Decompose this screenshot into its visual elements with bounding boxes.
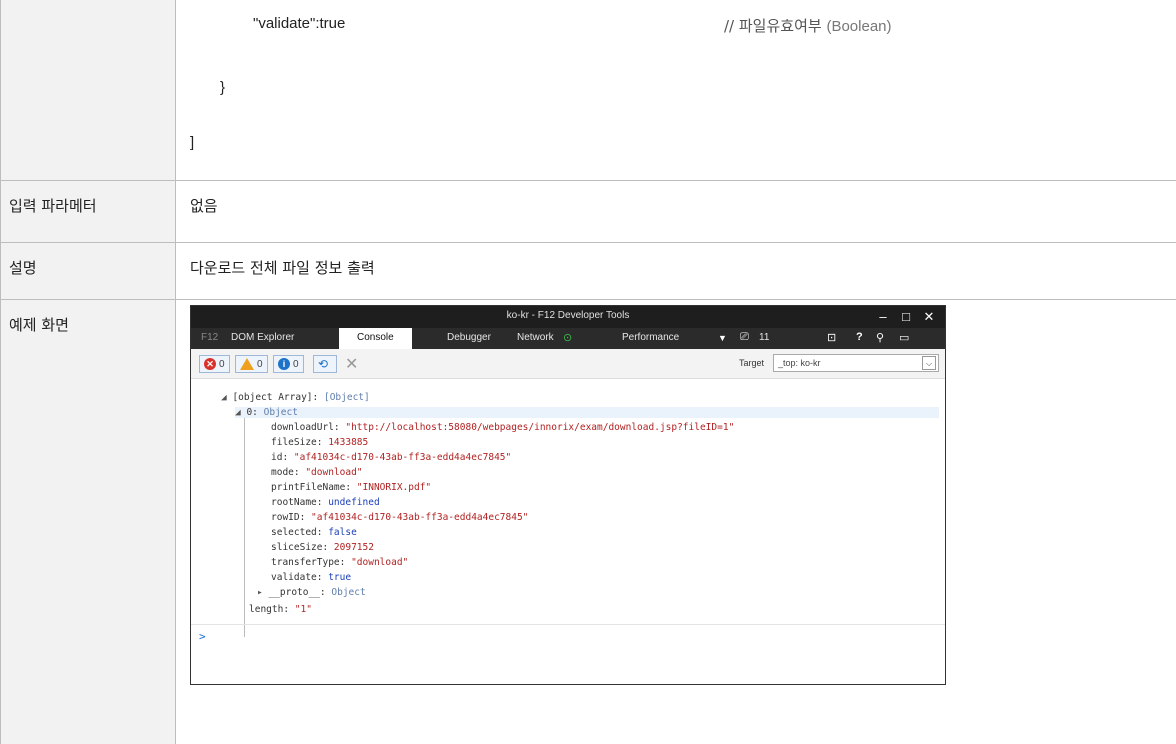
console-prompt-divider [191, 624, 945, 625]
maximize-icon[interactable]: □ [898, 309, 914, 325]
target-select[interactable]: _top: ko-kr ⌵ [773, 354, 939, 372]
info-count: 0 [293, 358, 299, 370]
console-length-line: length: "1" [249, 604, 312, 615]
emulation-count: 11 [759, 332, 770, 343]
input-param-row: 입력 파라메터 없음 [0, 181, 1176, 243]
warnings-filter[interactable]: 0 [235, 355, 268, 373]
description-row: 설명 다운로드 전체 파일 정보 출력 [0, 243, 1176, 300]
console-output: ◢ [object Array]: [Object] ◢ 0: Object d… [191, 380, 945, 684]
target-value: _top: ko-kr [778, 358, 821, 368]
console-rootname-line: rootName: undefined [271, 497, 380, 508]
comment-text: // 파일유효여부 [724, 17, 822, 35]
console-printfilename-line: printFileName: "INNORIX.pdf" [271, 482, 432, 493]
console-mode-line: mode: "download" [271, 467, 363, 478]
devtools-title: ko-kr - F12 Developer Tools [506, 310, 630, 321]
tab-debugger[interactable]: Debugger [447, 332, 491, 343]
tab-console[interactable]: Console [339, 328, 412, 349]
tab-network[interactable]: Network [517, 332, 554, 343]
emulation-icon[interactable]: ⎚ [740, 331, 749, 344]
code-brace-close: } [220, 79, 226, 96]
dock-icon[interactable]: ▭ [899, 331, 909, 344]
console-selected-line: selected: false [271, 527, 357, 538]
collapsed-triangle-icon[interactable]: ▸ [257, 587, 268, 598]
code-row-label-cell [0, 0, 176, 180]
devtools-titlebar: ko-kr - F12 Developer Tools – □ ✕ [191, 306, 945, 328]
clear-on-navigate-toggle[interactable]: ⟲ [313, 355, 337, 373]
comment-type: (Boolean) [826, 18, 892, 35]
code-row: "validate":true // 파일유효여부 (Boolean) } ] [0, 0, 1176, 181]
example-label: 예제 화면 [9, 316, 69, 334]
console-transfertype-line: transferType: "download" [271, 557, 409, 568]
console-filesize-line: fileSize: 1433885 [271, 437, 369, 448]
network-play-icon[interactable]: ⊙ [563, 331, 572, 344]
console-toolbar: ✕ 0 0 i 0 ⟲ ✕ Target _top: ko-kr ⌵ [191, 349, 945, 379]
input-param-label: 입력 파라메터 [9, 197, 97, 215]
tab-dom-explorer[interactable]: DOM Explorer [231, 332, 294, 343]
clear-on-navigate-icon: ⟲ [318, 357, 329, 371]
console-id-line: id: "af41034c-d170-43ab-ff3a-edd4a4ec784… [271, 452, 512, 463]
tab-f12[interactable]: F12 [201, 332, 218, 343]
warnings-count: 0 [257, 358, 263, 370]
console-prompt-icon[interactable]: > [199, 630, 206, 643]
console-slicesize-line: sliceSize: 2097152 [271, 542, 374, 553]
tree-guide-line [244, 411, 245, 637]
input-param-label-cell: 입력 파라메터 [0, 181, 176, 242]
target-label: Target [739, 358, 765, 368]
warning-icon [240, 358, 254, 370]
info-filter[interactable]: i 0 [273, 355, 304, 373]
console-proto-line[interactable]: ▸ __proto__: Object [257, 587, 366, 598]
console-validate-line: validate: true [271, 572, 352, 583]
minimize-icon[interactable]: – [875, 309, 891, 325]
console-root-line[interactable]: ◢ [object Array]: [Object] [221, 392, 370, 403]
devtools-tab-bar: F12 DOM Explorer Console Debugger Networ… [191, 328, 945, 349]
description-value: 다운로드 전체 파일 정보 출력 [190, 259, 375, 277]
description-label: 설명 [9, 259, 37, 277]
more-tabs-icon[interactable]: ▼ [718, 333, 727, 343]
clear-console-icon[interactable]: ✕ [345, 354, 358, 374]
info-icon: i [278, 358, 290, 370]
chevron-down-icon[interactable]: ⌵ [922, 356, 936, 370]
close-icon[interactable]: ✕ [921, 309, 937, 325]
help-icon[interactable]: ? [856, 331, 863, 343]
console-toggle-icon[interactable]: ⊡ [827, 331, 836, 344]
description-value-cell: 다운로드 전체 파일 정보 출력 [176, 243, 1176, 299]
errors-count: 0 [219, 358, 225, 370]
error-icon: ✕ [204, 358, 216, 370]
tab-performance[interactable]: Performance [622, 332, 679, 343]
input-param-value-cell: 없음 [176, 181, 1176, 242]
console-item0-line[interactable]: ◢ 0: Object [235, 407, 939, 418]
example-label-cell: 예제 화면 [0, 300, 176, 744]
code-validate-comment: // 파일유효여부 (Boolean) [724, 15, 892, 36]
description-label-cell: 설명 [0, 243, 176, 299]
console-rowid-line: rowID: "af41034c-d170-43ab-ff3a-edd4a4ec… [271, 512, 529, 523]
pin-icon[interactable]: ⚲ [876, 331, 884, 344]
code-bracket-close: ] [190, 134, 195, 151]
devtools-window: ko-kr - F12 Developer Tools – □ ✕ F12 DO… [190, 305, 946, 685]
expand-triangle-icon[interactable]: ◢ [235, 407, 246, 418]
console-downloadurl-line: downloadUrl: "http://localhost:58080/web… [271, 422, 735, 433]
errors-filter[interactable]: ✕ 0 [199, 355, 230, 373]
expand-triangle-icon[interactable]: ◢ [221, 392, 232, 403]
input-param-value: 없음 [190, 197, 218, 215]
code-row-value-cell: "validate":true // 파일유효여부 (Boolean) } ] [176, 0, 1176, 180]
code-validate-line: "validate":true [253, 15, 346, 32]
